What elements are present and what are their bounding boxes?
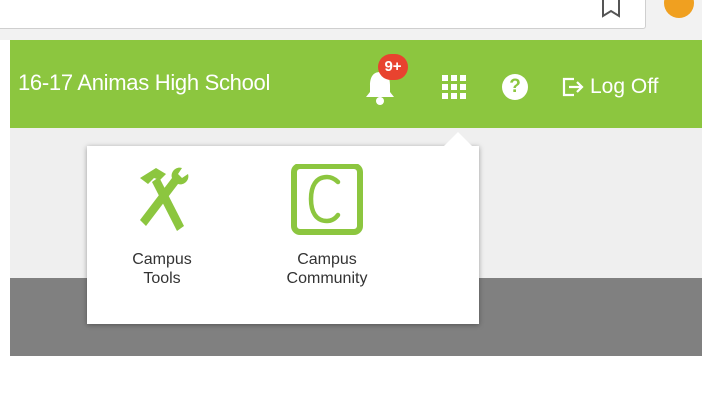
address-bar[interactable] <box>0 0 646 29</box>
browser-toolbar <box>0 0 702 40</box>
app-switcher-menu: Campus Tools Campus Community <box>87 146 479 324</box>
app-header: 16-17 Animas High School 9+ ? Log Off <box>10 40 702 128</box>
bookmark-star-icon[interactable] <box>600 0 622 18</box>
app-grid-icon[interactable] <box>442 75 466 99</box>
app-tile-campus-tools[interactable]: Campus Tools <box>112 164 212 288</box>
app-tile-label: Campus Tools <box>132 251 192 287</box>
logoff-button[interactable]: Log Off <box>562 72 659 102</box>
app-tile-campus-community[interactable]: Campus Community <box>267 164 387 288</box>
notification-badge: 9+ <box>378 54 408 80</box>
hammer-wrench-icon <box>140 167 189 231</box>
extension-icon[interactable] <box>664 0 694 18</box>
help-circle-icon[interactable]: ? <box>502 74 528 100</box>
logoff-icon <box>562 77 584 97</box>
school-name[interactable]: 16-17 Animas High School <box>18 70 270 96</box>
app-tile-label: Campus Community <box>286 251 368 287</box>
logoff-label: Log Off <box>590 75 659 98</box>
menu-pointer <box>444 132 472 146</box>
letter-c-box-icon <box>291 164 363 235</box>
